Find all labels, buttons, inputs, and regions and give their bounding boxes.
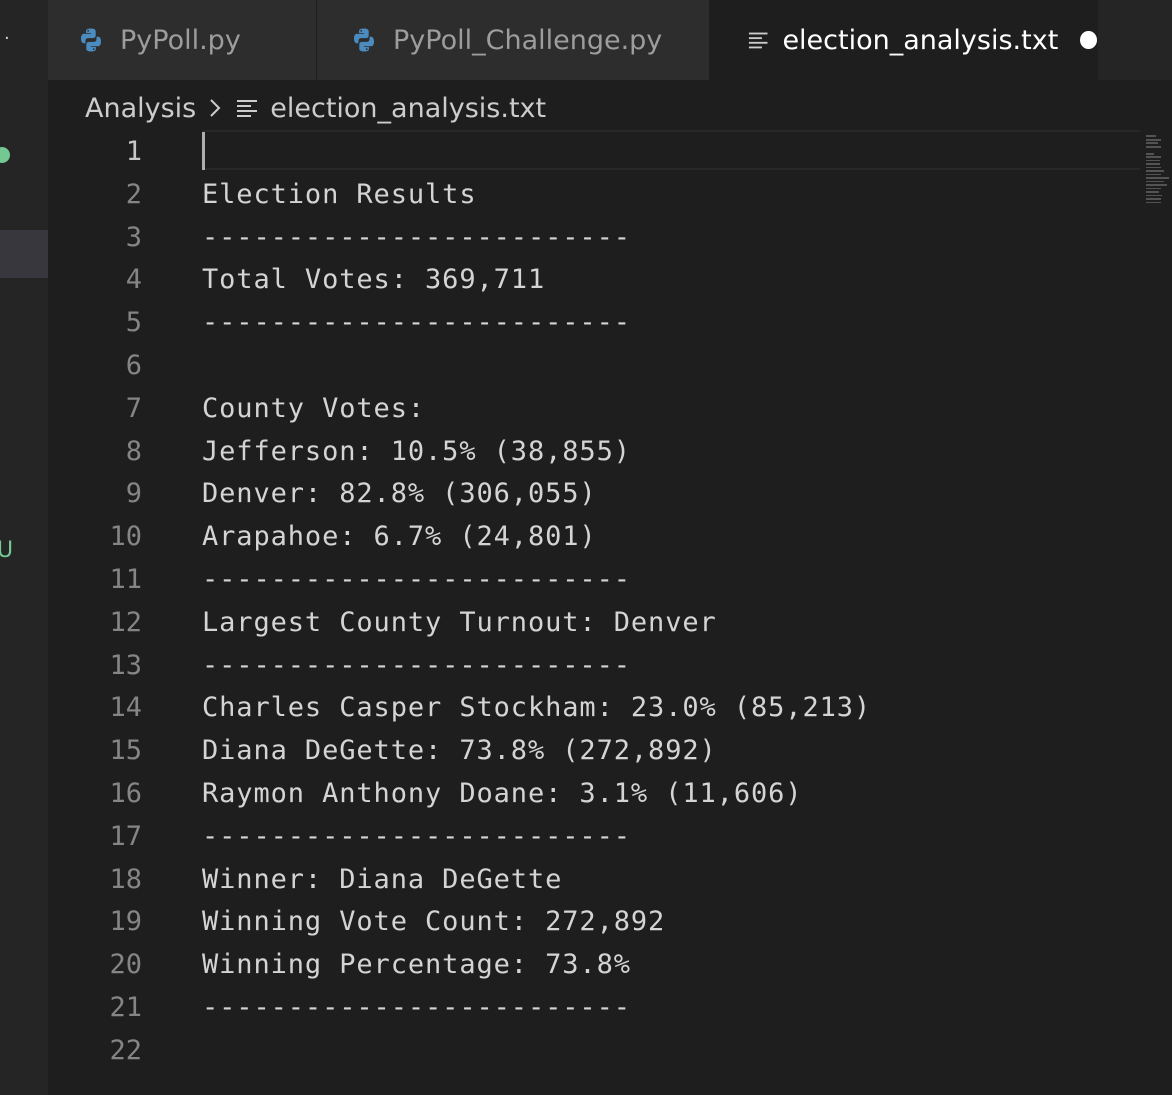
modified-indicator-icon: [0, 147, 10, 163]
line-number: 14: [109, 692, 142, 724]
code-line[interactable]: -------------------------: [202, 217, 631, 260]
minimap-row: [1146, 142, 1158, 145]
line-number: 17: [109, 820, 142, 852]
minimap-row: [1146, 191, 1159, 193]
code-line[interactable]: -------------------------: [202, 987, 631, 1030]
more-actions-icon[interactable]: ·: [4, 30, 10, 48]
code-line[interactable]: Denver: 82.8% (306,055): [202, 473, 597, 516]
minimap[interactable]: [1146, 132, 1172, 212]
python-icon: [81, 28, 101, 52]
minimap-row: [1146, 166, 1161, 169]
line-number: 4: [125, 264, 142, 296]
minimap-row: [1146, 194, 1162, 197]
minimap-row: [1146, 184, 1167, 186]
tab-label: PyPoll_Challenge.py: [393, 24, 663, 56]
breadcrumb-file[interactable]: election_analysis.txt: [270, 93, 546, 124]
breadcrumb-folder[interactable]: Analysis: [85, 93, 196, 124]
line-number: 21: [109, 992, 142, 1023]
line-number: 1: [125, 136, 142, 167]
line-number: 7: [125, 392, 142, 424]
line-number: 3: [125, 221, 142, 253]
line-number: 2: [125, 178, 142, 210]
line-number: 6: [125, 350, 142, 381]
code-line[interactable]: Arapahoe: 6.7% (24,801): [202, 516, 597, 559]
line-number: 8: [125, 435, 142, 467]
line-number: 9: [125, 478, 142, 510]
minimap-row: [1146, 198, 1161, 200]
line-number: 18: [109, 863, 142, 895]
code-line[interactable]: Jefferson: 10.5% (38,855): [202, 431, 631, 474]
line-number: 22: [109, 1034, 142, 1066]
code-line[interactable]: -------------------------: [202, 645, 631, 688]
tab-bar: PyPoll.py PyPoll_Challenge.py election_a…: [48, 0, 1172, 80]
line-number: 16: [109, 778, 142, 809]
line-number: 12: [109, 606, 142, 638]
text-file-icon: [237, 100, 258, 117]
code-line[interactable]: Winning Percentage: 73.8%: [202, 944, 631, 987]
tab-label: election_analysis.txt: [782, 24, 1059, 56]
code-line[interactable]: Largest County Turnout: Denver: [202, 602, 717, 645]
minimap-row: [1146, 201, 1161, 204]
line-number: 15: [109, 735, 142, 767]
code-line[interactable]: Raymon Anthony Doane: 3.1% (11,606): [202, 773, 802, 816]
line-number: 19: [109, 906, 142, 938]
minimap-row: [1146, 163, 1160, 165]
code-line[interactable]: -------------------------: [202, 302, 631, 345]
minimap-row: [1146, 177, 1169, 179]
line-number: 5: [125, 307, 142, 339]
line-number: 13: [109, 649, 142, 681]
minimap-row: [1146, 173, 1161, 176]
sidebar-selected-item[interactable]: [0, 230, 48, 278]
minimap-row: [1146, 145, 1161, 148]
code-line[interactable]: Election Results: [202, 174, 477, 217]
untracked-badge: U: [0, 538, 14, 563]
text-editor[interactable]: 1 2 3 4 5 6 7 8 9 10 11 12 13 14 15 16 17 18 19 20 21 22 Elec…: [48, 130, 1172, 1095]
breadcrumb: Analysis election_analysis.txt: [85, 86, 546, 130]
line-number: 11: [109, 564, 142, 595]
tab-pypoll-challenge[interactable]: PyPoll_Challenge.py: [317, 0, 710, 80]
code-line[interactable]: Diana DeGette: 73.8% (272,892): [202, 730, 717, 773]
minimap-row: [1146, 180, 1164, 183]
minimap-row: [1146, 156, 1161, 158]
minimap-row: [1146, 170, 1164, 172]
line-number: 10: [109, 521, 142, 553]
text-cursor: [202, 132, 205, 170]
code-line[interactable]: County Votes:: [202, 388, 425, 431]
vscode-window: · U PyPoll.py PyPoll_Challenge.py electi…: [0, 0, 1172, 1095]
minimap-row: [1146, 152, 1154, 155]
code-line[interactable]: -------------------------: [202, 816, 631, 859]
minimap-row: [1146, 187, 1161, 190]
unsaved-dot-icon[interactable]: [1080, 31, 1097, 49]
tab-election-analysis[interactable]: election_analysis.txt: [710, 0, 1098, 80]
code-line[interactable]: -------------------------: [202, 559, 631, 602]
code-line[interactable]: Charles Casper Stockham: 23.0% (85,213): [202, 687, 871, 730]
code-line[interactable]: Winner: Diana DeGette: [202, 859, 562, 902]
code-line[interactable]: Total Votes: 369,711: [202, 259, 545, 302]
text-file-icon: [748, 32, 768, 49]
python-icon: [354, 28, 374, 52]
sidebar-strip: · U: [0, 0, 48, 1095]
minimap-row: [1146, 159, 1160, 162]
line-number: 20: [109, 949, 142, 981]
code-line[interactable]: Winning Vote Count: 272,892: [202, 901, 665, 944]
minimap-row: [1146, 135, 1156, 138]
current-line-highlight: [202, 130, 1140, 170]
chevron-right-icon: [210, 99, 221, 117]
minimap-row: [1146, 138, 1161, 141]
tab-label: PyPoll.py: [120, 24, 241, 56]
tab-pypoll[interactable]: PyPoll.py: [48, 0, 317, 80]
